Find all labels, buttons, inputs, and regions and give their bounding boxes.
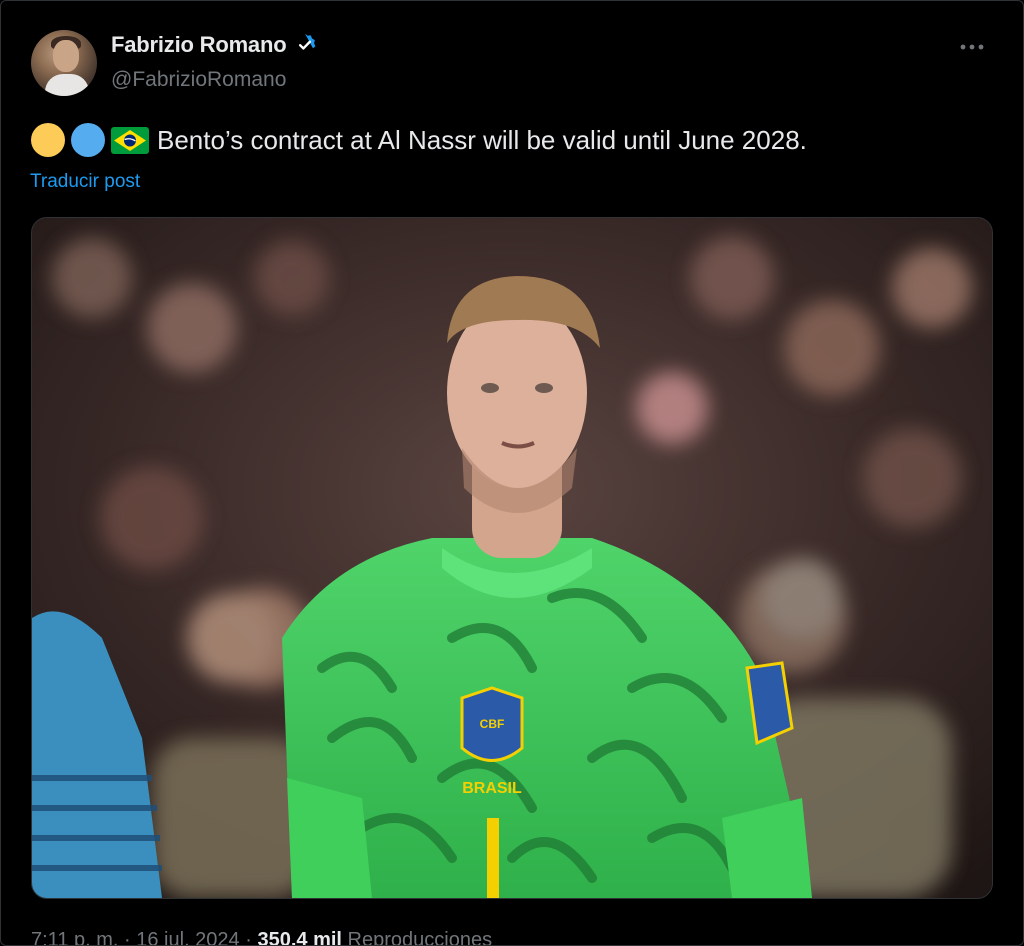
meta-separator: ·: [245, 929, 252, 946]
tweet-media-image[interactable]: CBF BRASIL: [31, 217, 993, 899]
goalkeeper-photo-icon: CBF BRASIL: [32, 218, 992, 898]
author-name-row: Fabrizio Romano: [111, 32, 318, 58]
svg-text:CBF: CBF: [480, 717, 505, 731]
verified-badge-icon[interactable]: [292, 32, 318, 58]
author-handle[interactable]: @FabrizioRomano: [111, 68, 286, 92]
tweet-time[interactable]: 7:11 p. m.: [31, 929, 118, 945]
tweet-body: Bento’s contract at Al Nassr will be val…: [31, 123, 807, 157]
meta-separator: ·: [124, 929, 131, 946]
more-options-icon[interactable]: [959, 35, 985, 55]
tweet-metadata: 7:11 p. m. · 16 jul. 2024 · 350,4 mil Re…: [31, 929, 493, 946]
tweet-card: Fabrizio Romano @FabrizioRomano Bento’s …: [0, 0, 1024, 946]
brazil-flag-icon: [111, 126, 149, 154]
avatar-shirt: [45, 74, 89, 96]
avatar-face: [53, 40, 79, 72]
views-label: Reproducciones: [347, 929, 493, 946]
yellow-circle-icon: [31, 123, 65, 157]
views-count: 350,4 mil: [257, 929, 342, 946]
translate-post-link[interactable]: Traducir post: [30, 171, 140, 193]
blue-circle-icon: [71, 123, 105, 157]
author-avatar[interactable]: [31, 30, 97, 96]
author-display-name[interactable]: Fabrizio Romano: [111, 32, 287, 58]
tweet-date[interactable]: 16 jul. 2024: [136, 929, 239, 945]
svg-text:BRASIL: BRASIL: [462, 780, 522, 797]
tweet-text: Bento’s contract at Al Nassr will be val…: [157, 124, 807, 155]
